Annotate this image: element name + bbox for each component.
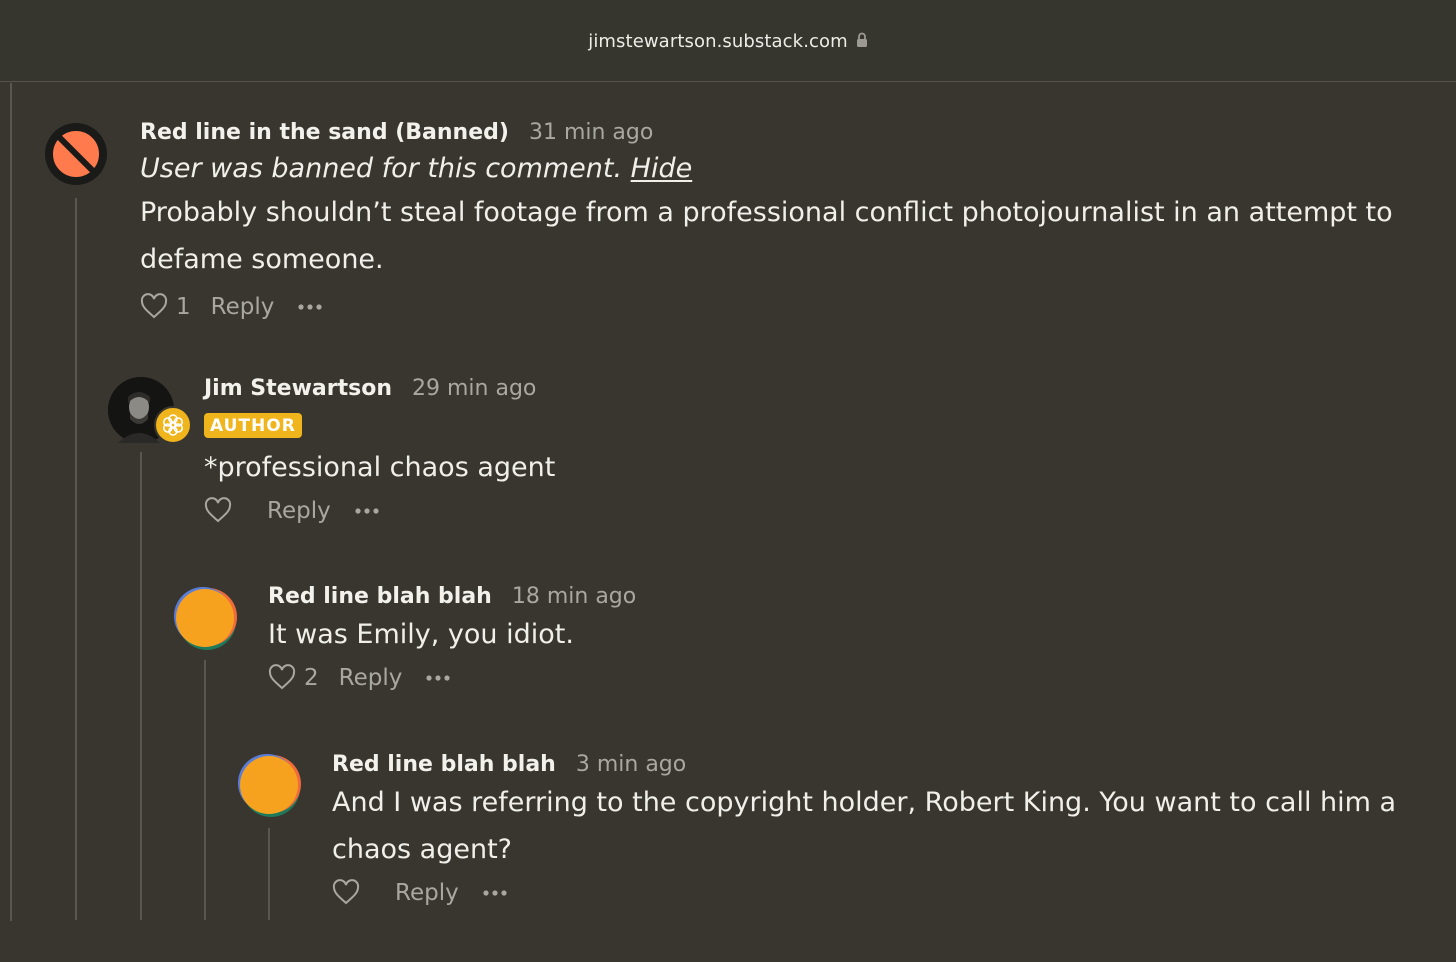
author-badge: AUTHOR <box>204 413 302 438</box>
comment-timestamp[interactable]: 29 min ago <box>412 376 536 401</box>
comment-timestamp[interactable]: 31 min ago <box>529 120 653 145</box>
like-count: 2 <box>304 664 319 691</box>
reply-button[interactable]: Reply <box>339 665 403 691</box>
banned-avatar-icon[interactable] <box>43 121 109 187</box>
banned-notice: User was banned for this comment. Hide <box>140 149 1410 189</box>
comment-author[interactable]: Red line in the sand (Banned) <box>140 120 509 145</box>
comment-author[interactable]: Jim Stewartson <box>204 376 392 401</box>
comment-1: Red line in the sand (Banned) 31 min ago… <box>140 120 1410 320</box>
heart-icon <box>268 664 296 690</box>
default-avatar[interactable] <box>236 752 302 818</box>
reply-button[interactable]: Reply <box>211 294 275 320</box>
comment-actions: 2 Reply <box>268 664 1418 691</box>
heart-icon <box>140 293 168 319</box>
more-options-icon[interactable] <box>483 889 507 897</box>
comment-body: And I was referring to the copyright hol… <box>332 787 1397 865</box>
comment-actions: 1 Reply <box>140 293 1410 320</box>
comment-author[interactable]: Red line blah blah <box>268 584 492 609</box>
url-text[interactable]: jimstewartson.substack.com <box>588 31 848 52</box>
comment-author[interactable]: Red line blah blah <box>332 752 556 777</box>
comment-4: Red line blah blah 3 min ago And I was r… <box>332 752 1412 906</box>
lock-icon <box>856 32 868 52</box>
thread-line <box>75 198 77 920</box>
hide-link[interactable]: Hide <box>631 153 693 184</box>
heart-icon <box>204 497 232 523</box>
like-button[interactable] <box>204 497 240 524</box>
more-options-icon[interactable] <box>298 303 322 311</box>
banned-note-text: User was banned for this comment. <box>140 153 623 184</box>
reply-button[interactable]: Reply <box>395 880 459 906</box>
comment-body: It was Emily, you idiot. <box>268 619 574 650</box>
thread-line <box>140 452 142 920</box>
like-button[interactable]: 1 <box>140 293 191 320</box>
comment-3: Red line blah blah 18 min ago It was Emi… <box>268 584 1418 691</box>
thread-line <box>204 660 206 920</box>
more-options-icon[interactable] <box>355 507 379 515</box>
more-options-icon[interactable] <box>426 674 450 682</box>
like-count: 1 <box>176 293 191 320</box>
comment-timestamp[interactable]: 18 min ago <box>512 584 636 609</box>
default-avatar[interactable] <box>172 585 238 651</box>
reply-button[interactable]: Reply <box>267 498 331 524</box>
like-button[interactable]: 2 <box>268 664 319 691</box>
url-bar[interactable]: jimstewartson.substack.com <box>0 0 1456 82</box>
comment-body: Probably shouldn’t steal footage from a … <box>140 197 1393 275</box>
thread-line <box>268 828 270 920</box>
comment-timestamp[interactable]: 3 min ago <box>576 752 686 777</box>
comment-actions: Reply <box>332 879 1412 906</box>
comment-2: Jim Stewartson 29 min ago AUTHOR *profes… <box>204 376 1404 524</box>
comment-actions: Reply <box>204 497 1404 524</box>
comment-body: *professional chaos agent <box>204 452 556 483</box>
author-avatar[interactable] <box>108 377 192 444</box>
heart-icon <box>332 879 360 905</box>
subscriber-badge-icon <box>154 406 192 444</box>
thread-line <box>10 83 12 921</box>
like-button[interactable] <box>332 879 368 906</box>
